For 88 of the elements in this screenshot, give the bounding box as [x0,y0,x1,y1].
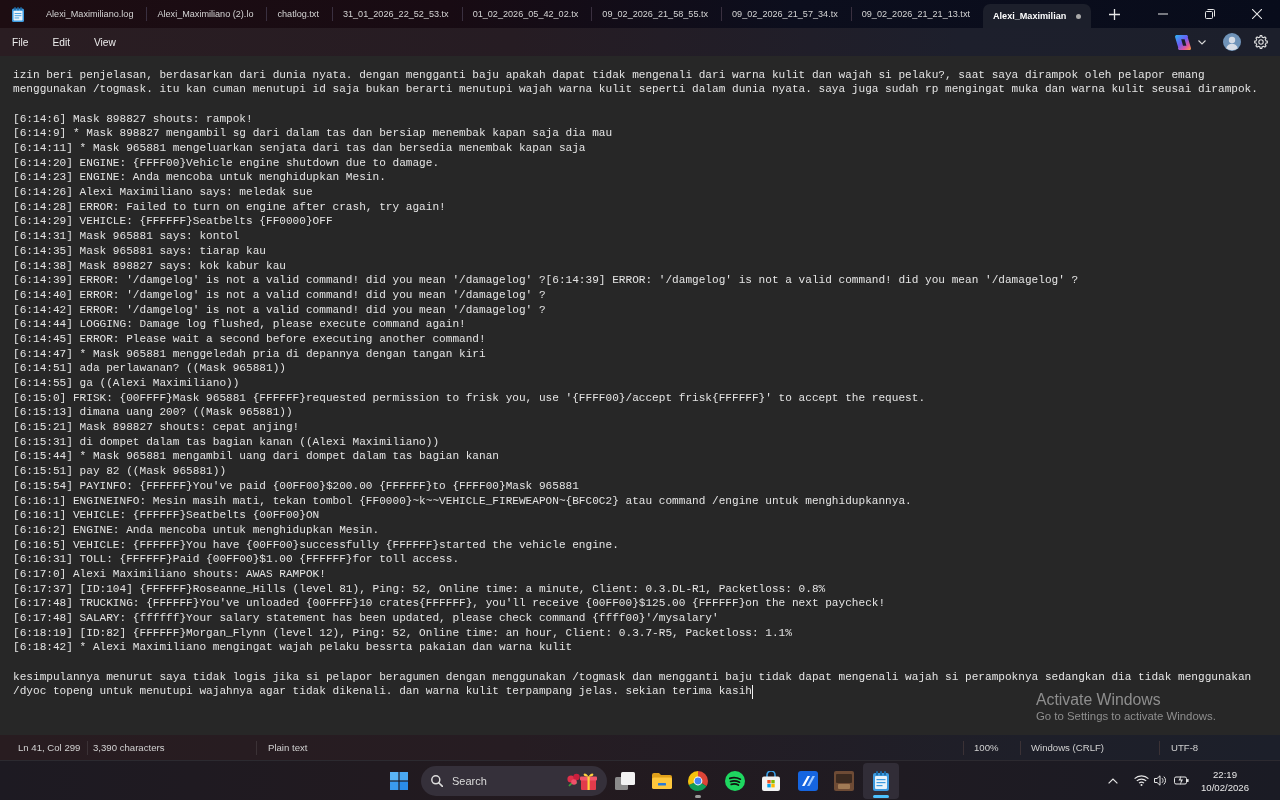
menu-item[interactable]: File [0,28,41,56]
tab[interactable]: 09_02_2026_21_58_55.tx [592,0,722,28]
speaker-icon[interactable] [1154,775,1166,786]
restore-icon[interactable] [1204,9,1215,19]
text-line: [6:15:31] di dompet dalam tas bagian kanan ((Alexi Maximiliano)) [13,434,440,450]
close-icon[interactable] [1251,9,1262,19]
clock-time: 22:19 [1213,767,1237,781]
text-line: [6:14:40] ERROR: '/damgelog' is not a valid command! did you mean '/damagelog' ? [13,287,546,303]
picture-tile-icon [834,770,855,791]
text-line: [6:14:26] Alexi Maximiliano says: meledak sue [13,185,313,200]
text-line: [6:14:55] ga ((Alexi Maximiliano)) [13,376,240,391]
plus-icon[interactable] [1109,8,1121,20]
text-line: [6:15:13] dimana uang 200? ((Mask 965881)) [13,405,293,421]
four-squares-icon[interactable] [390,771,408,790]
text-line: [6:14:29] VEHICLE: {FFFFFF}Seatbelts {FF0000}OFF [13,214,333,230]
text-line: [6:14:39] ERROR: '/damgelog' is not a valid command! did you mean '/damagelog' ?[6:14:39] ERROR: '/damgelog' is not a valid command! did you mean '/damagelog' ? [13,273,1079,288]
clock-date: 10/02/2026 [1201,780,1249,794]
text-line: [6:14:28] ERROR: Failed to turn on engine after crash, try again! [13,199,446,215]
text-line: [6:14:6] Mask 898827 shouts: rampok! [13,111,253,127]
text-line: [6:18:42] * Alexi Maximiliano mengingat wajah pelaku bessrta pakaian dan warna kulit [13,640,573,656]
tab[interactable]: 01_02_2026_05_42_02.tx [462,0,592,28]
encoding: UTF-8 [1171,742,1199,753]
chevron-up-icon[interactable] [1108,777,1118,784]
activation-title: Activate Windows [1036,690,1161,709]
wifi-icon[interactable] [1134,775,1149,786]
text-line: [6:17:48] TRUCKING: {FFFFFF}You've unloaded {00FFFF}10 crates{FFFFFF}, you'll receive {00FF00}$125.00 {FFFFFF}on the next paycheck! [13,596,886,612]
text-line: [6:14:31] Mask 965881 says: kontol [13,229,240,244]
taskbar-app-button[interactable] [862,762,899,799]
text-line: [6:14:35] Mask 965881 says: tiarap kau [13,243,266,259]
slanted-stripes-tile-icon [797,770,818,791]
tab[interactable]: 31_01_2026_22_52_53.tx [332,0,462,28]
text-line: /dyoc topeng untuk menutupi wajahnya agar tidak dikenali. dan warna kulit terpampang jelas. sekian terima kasih [13,684,752,700]
text-line: [6:15:0] FRISK: {00FFFF}Mask 965881 {FFFFFF}requested permission to frisk you, use '{FFFF00}/accept frisk{FFFFFF}' to accept the request. [13,390,926,406]
search-icon [431,774,443,787]
text-line: [6:14:23] ENGINE: Anda mencoba untuk menghidupkan Mesin. [13,170,386,186]
menu-item[interactable]: Edit [40,28,82,56]
text-line: [6:15:44] * Mask 965881 mengambil uang dari dompet dalam tas bagian kanan [13,449,499,465]
text-line: [6:16:31] TOLL: {FFFFFF}Paid {00FF00}$1.00 {FFFFFF}for toll access. [13,552,460,567]
notepad-icon [12,6,24,22]
activation-text: Go to Settings to activate Windows. [1036,709,1216,724]
settings-icon[interactable] [1254,35,1268,49]
text-line: [6:17:0] Alexi Maximiliano shouts: AWAS RAMPOK! [13,566,326,582]
file-type: Plain text [268,742,308,753]
text-line: [6:14:42] ERROR: '/damgelog' is not a valid command! did you mean '/damagelog' ? [13,302,546,318]
text-line: [6:14:45] ERROR: Please wait a second before executing another command! [13,331,486,347]
text-line: [6:14:38] Mask 898827 says: kok kabur kau [13,258,286,274]
sound-waves-circle-icon [724,770,745,791]
tab[interactable]: 09_02_2026_21_21_13.txt [851,0,983,28]
text-line: [6:14:47] * Mask 965881 menggeledah pria di depannya dengan tangan kiri [13,346,486,362]
text-line: [6:14:51] ada perlawanan? ((Mask 965881)) [13,361,286,377]
avatar-icon[interactable] [1223,33,1241,51]
tab[interactable]: Alexi_Maximilian [983,4,1092,28]
tab[interactable]: chatlog.txt [267,0,332,28]
tab[interactable]: Alexi_Maximiliano (2).lo [147,0,267,28]
tricolor-circle-icon [688,770,709,791]
text-line: [6:14:44] LOGGING: Damage log flushed, please execute command again! [13,317,466,332]
text-line: kesimpulannya menurut saya tidak logis jika si pelapor beragumen dengan menggunakan /togmask dan mengganti baju tidak dapat mengenali wajah si perampoknya sedangkan dia tidak menggunakan [13,669,1252,685]
text-line: [6:18:19] [ID:82] {FFFFFF}Morgan_Flynn (level 12), Ping: 52, Online time: an hour, Client: 0.3.7-R5, Packetloss: 1.1% [13,625,792,641]
text-line: [6:15:21] Mask 898827 shouts: cepat anjing! [13,420,300,435]
battery-icon[interactable] [1174,775,1189,786]
gift-icon [567,771,597,790]
menu-item[interactable]: View [82,28,128,56]
text-line: [6:17:48] SALARY: {ffffff}Your salary statement has been updated, please check command {ffff00}'/mysalary' [13,611,719,626]
text-line: [6:14:20] ENGINE: {FFFF00}Vehicle engine shutdown due to damage. [13,155,440,171]
text-line: [6:16:1] ENGINEINFO: Mesin masih mati, tekan tombol {FF0000}~k~~VEHICLE_FIREWEAPON~{BFC0C2} atau command /engine untuk menghidupkannya. [13,493,912,509]
text-line: [6:14:9] * Mask 898827 mengambil sg dari dalam tas dan bersiap menembak kapan saja dia mau [13,126,613,142]
overlapping-squares-icon [615,770,636,791]
tab[interactable]: 09_02_2026_21_57_34.tx [722,0,851,28]
shopping-bag-icon [761,770,782,791]
text-line: [6:14:11] * Mask 965881 mengeluarkan senjata dari tas dan bersedia menembak kapan saja [13,141,586,156]
chevron-down-icon[interactable] [1198,39,1206,45]
text-line: menggunakan /togmask. itu kan cuman menutupi id saja bukan berarti menutupi wajah warna kulit seperti dalam dunia nyata. saya juga sudah rp mengingat muka dan warna kulit seusai dirampok. [13,82,1258,97]
colorful-logo-icon[interactable] [1175,34,1191,50]
text-line: [6:15:51] pay 82 ((Mask 965881)) [13,464,227,479]
folder-icon [651,772,672,789]
search-field[interactable]: Search [421,765,607,796]
zoom-level: 100% [974,742,999,753]
text-line: [6:16:2] ENGINE: Anda mencoba untuk menghidupkan Mesin. [13,522,380,538]
tab[interactable]: Alexi_Maximiliano.log [36,0,147,28]
text-line: izin beri penjelasan, berdasarkan dari dunia nyata. dengan mengganti baju apakah dapat tidak mengenali dari warna kulit dan wajah si pelaku?, saat saya dirampok oleh pelapor emang [13,67,1205,83]
notepad-icon [872,770,889,791]
character-count: 3,390 characters [93,742,165,753]
text-line: [6:16:1] VEHICLE: {FFFFFF}Seatbelts {00FF00}ON [13,508,320,523]
line-ending: Windows (CRLF) [1031,742,1105,753]
text-line: [6:16:5] VEHICLE: {FFFFFF}You have {00FF00}successfully {FFFFFF}started the vehicle engine. [13,537,619,553]
cursor-position: Ln 41, Col 299 [18,742,81,753]
text-line: [6:17:37] [ID:104] {FFFFFF}Roseanne_Hills (level 81), Ping: 52, Online time: a minute, Client: 0.3.DL-R1, Packetloss: 0.8% [13,581,826,597]
text-line: [6:15:54] PAYINFO: {FFFFFF}You've paid {00FF00}$200.00 {FFFFFF}to {FFFF00}Mask 965881 [13,478,579,494]
